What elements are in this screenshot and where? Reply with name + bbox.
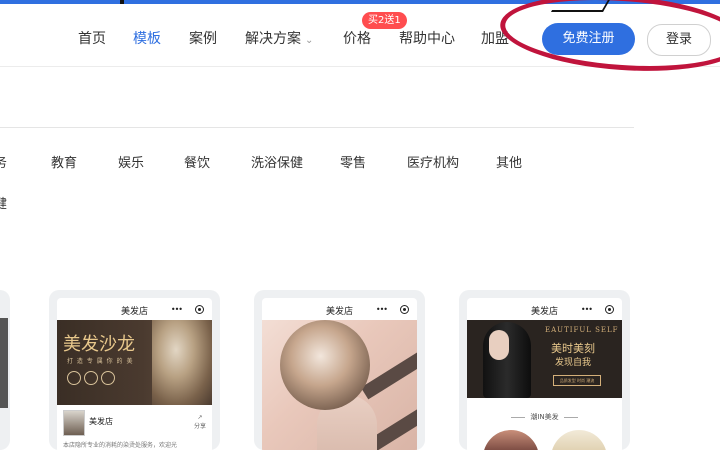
badge-icon: [67, 371, 81, 385]
banner-title: 美发沙龙: [63, 334, 135, 355]
category-entertainment[interactable]: 娱乐: [118, 152, 144, 171]
template-card[interactable]: 美发店 ••• 美发沙龙 打 造 专 属 你 的 美 美发店 ↗ 分享 本店隐所专…: [49, 290, 220, 450]
model-hair: [280, 320, 370, 410]
category-education[interactable]: 教育: [51, 152, 77, 171]
target-icon: [605, 305, 614, 314]
template-card[interactable]: 美发店 ••• EAUTIFUL SELF 美时美刻 发现自我 品质发型 时尚 …: [459, 290, 630, 450]
target-icon: [400, 305, 409, 314]
promo-badge: 买2送1: [362, 12, 407, 29]
shop-name: 美发店: [89, 417, 113, 426]
category-dining[interactable]: 餐饮: [184, 152, 210, 171]
pen-mark: [550, 0, 612, 12]
category-partial[interactable]: 务: [0, 152, 7, 171]
category-partial-second-row[interactable]: 健: [0, 193, 7, 212]
nav-home[interactable]: 首页: [78, 28, 106, 48]
gallery-thumbnail: [483, 430, 539, 450]
target-icon: [195, 305, 204, 314]
category-medical[interactable]: 医疗机构: [407, 152, 459, 171]
phone-preview: 美发店 ••• EAUTIFUL SELF 美时美刻 发现自我 品质发型 时尚 …: [467, 298, 622, 450]
model-face: [489, 330, 509, 360]
category-retail[interactable]: 零售: [340, 152, 366, 171]
template-banner: [262, 320, 417, 450]
nav-help-center[interactable]: 帮助中心: [399, 28, 455, 48]
more-icon: •••: [375, 305, 388, 314]
phone-preview: 美发店 •••: [262, 298, 417, 450]
more-icon: •••: [170, 305, 183, 314]
category-other[interactable]: 其他: [496, 152, 522, 171]
nav-solutions[interactable]: 解决方案 ⌄: [245, 28, 313, 48]
badge-icon: [101, 371, 115, 385]
gallery-thumbnail: [551, 430, 607, 450]
nav-templates[interactable]: 模板: [133, 28, 161, 48]
phone-title: 美发店: [530, 307, 558, 317]
banner-tagline: 品质发型 时尚 潮流: [553, 375, 601, 386]
template-banner: EAUTIFUL SELF 美时美刻 发现自我 品质发型 时尚 潮流: [467, 320, 622, 398]
share-icon: ↗: [197, 414, 203, 421]
filter-divider: [0, 127, 634, 128]
shop-avatar: [63, 410, 85, 436]
section-heading-label: 潮IN美发: [530, 413, 559, 421]
nav-solutions-label: 解决方案: [245, 31, 301, 47]
banner-script: EAUTIFUL SELF: [545, 326, 619, 334]
banner-subtitle: 发现自我: [555, 358, 592, 368]
chevron-down-icon: ⌄: [305, 35, 314, 46]
template-thumbnail: [0, 318, 8, 408]
banner-subtitle: 打 造 专 属 你 的 美: [67, 358, 134, 365]
more-icon: •••: [580, 305, 593, 314]
share-button[interactable]: ↗ 分享: [194, 414, 206, 430]
template-banner: 美发沙龙 打 造 专 属 你 的 美: [57, 320, 212, 405]
template-card[interactable]: 美发店 •••: [254, 290, 425, 450]
phone-title: 美发店: [325, 307, 353, 317]
template-card-partial[interactable]: [0, 290, 10, 450]
share-label: 分享: [193, 423, 206, 430]
model-photo: [152, 320, 212, 405]
nav-pricing[interactable]: 价格: [343, 28, 371, 48]
banner-badges: [67, 370, 118, 389]
shop-row: 美发店 ↗ 分享: [63, 410, 206, 436]
phone-preview: 美发店 ••• 美发沙龙 打 造 专 属 你 的 美 美发店 ↗ 分享 本店隐所专…: [57, 298, 212, 450]
section-heading: 潮IN美发: [467, 412, 622, 422]
banner-title: 美时美刻: [551, 342, 595, 355]
phone-title: 美发店: [120, 307, 148, 317]
category-bath-health[interactable]: 洗浴保健: [251, 152, 303, 171]
nav-cases[interactable]: 案例: [189, 28, 217, 48]
badge-icon: [84, 371, 98, 385]
